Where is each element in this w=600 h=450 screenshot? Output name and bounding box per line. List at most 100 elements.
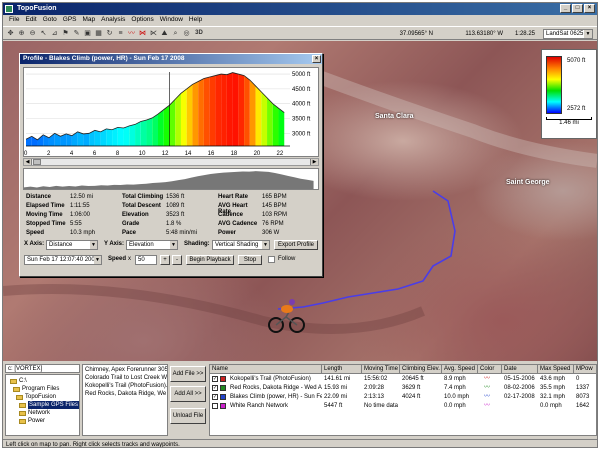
track-color-swatch[interactable] (220, 376, 226, 382)
draw-icon[interactable]: ✎ (72, 29, 81, 38)
col-climbing[interactable]: Climbing Elev. (400, 365, 442, 374)
speed-minus-button[interactable]: - (172, 255, 182, 265)
profile-band (198, 78, 204, 146)
x-axis-select[interactable]: Distance ▼ (46, 240, 98, 250)
speed-plus-button[interactable]: + (160, 255, 170, 265)
pan-icon[interactable]: ✥ (6, 29, 15, 38)
add-file-button[interactable]: Add File >> (170, 366, 206, 382)
col-max-speed[interactable]: Max Speed (538, 365, 574, 374)
menu-goto[interactable]: Goto (40, 15, 60, 25)
table-row[interactable]: ✓ Red Rocks, Dakota Ridge - Wed A... 15.93… (210, 384, 596, 392)
gps-icon[interactable]: ◎ (182, 29, 191, 38)
close-button[interactable]: × (584, 4, 595, 13)
track-join-icon[interactable]: ⋉ (149, 29, 158, 38)
folder-item[interactable]: Network (19, 409, 50, 417)
menu-map[interactable]: Map (80, 15, 99, 25)
menu-gps[interactable]: GPS (60, 15, 80, 25)
scroll-thumb[interactable] (33, 159, 41, 165)
folder-item[interactable]: TopoFusion (16, 393, 56, 401)
maximize-button[interactable]: □ (572, 4, 583, 13)
minimize-button[interactable]: _ (560, 4, 571, 13)
zoom-in-icon[interactable]: ⊕ (17, 29, 26, 38)
track-visible-checkbox[interactable]: ✓ (212, 385, 218, 391)
col-date[interactable]: Date (502, 365, 538, 374)
track-visible-checkbox[interactable]: ✓ (212, 394, 218, 400)
col-moving-time[interactable]: Moving Time (362, 365, 400, 374)
track-red-icon[interactable]: 〰 (127, 29, 136, 38)
folder-item[interactable]: Program Files (13, 385, 59, 393)
photo-icon[interactable]: ▣ (83, 29, 92, 38)
grid-icon[interactable]: ▦ (94, 29, 103, 38)
map-source-select[interactable]: LandSat 0625 ▼ (543, 29, 593, 39)
profile-overview[interactable] (23, 168, 319, 190)
drive-select[interactable]: c: [VORTEX] (5, 364, 80, 373)
file-item[interactable]: Red Rocks, Dakota Ridge, We (85, 390, 166, 398)
elevation-legend: 5070 ft 2572 ft 1.46 mi (541, 49, 597, 139)
profile-band (209, 75, 216, 146)
stop-button[interactable]: Stop (238, 255, 262, 265)
folder-icon (13, 386, 20, 392)
track-split-icon[interactable]: ⋈ (138, 29, 147, 38)
layers-icon[interactable]: ≡ (116, 29, 125, 38)
begin-playback-button[interactable]: Begin Playback (186, 255, 234, 265)
track-visible-checkbox[interactable] (212, 403, 218, 409)
menu-bar: File Edit Goto GPS Map Analysis Options … (3, 15, 597, 25)
menu-file[interactable]: File (6, 15, 22, 25)
refresh-icon[interactable]: ↻ (105, 29, 114, 38)
add-all-button[interactable]: Add All >> (170, 386, 206, 402)
profile-scrollbar[interactable]: ◀ ▶ (23, 158, 319, 166)
col-color[interactable]: Color (478, 365, 502, 374)
overview-svg (24, 171, 314, 189)
track-color-swatch[interactable] (220, 385, 226, 391)
cell-max: 35.5 mph (540, 385, 566, 391)
col-length[interactable]: Length (322, 365, 362, 374)
find-icon[interactable]: ⌕ (171, 29, 180, 38)
3d-button[interactable]: 3D (193, 29, 205, 38)
cell-climb (400, 402, 442, 410)
measure-icon[interactable]: ⊿ (50, 29, 59, 38)
export-profile-button[interactable]: Export Profile (274, 240, 318, 250)
col-avg-speed[interactable]: Avg. Speed (442, 365, 478, 374)
scroll-right-icon[interactable]: ▶ (310, 159, 318, 165)
file-item[interactable]: Kokopelli's Trail (PhotoFusion).g (85, 382, 167, 390)
x-tick-label: 2 (47, 151, 51, 157)
menu-edit[interactable]: Edit (22, 15, 39, 25)
profile-icon[interactable]: ⛰ (160, 29, 169, 38)
y-axis-select[interactable]: Elevation ▼ (126, 240, 178, 250)
select-icon[interactable]: ↖ (39, 29, 48, 38)
table-row[interactable]: White Ranch Network 5447 ft No time data 0.… (210, 402, 596, 410)
folder-item-selected[interactable]: Sample GPS Files (19, 401, 80, 409)
shading-select[interactable]: Vertical Shading ▼ (212, 240, 270, 250)
elevation-profile-chart[interactable]: 5000 ft 4500 ft 4000 ft 3500 ft 3000 ft 0 2 4 6 8… (23, 67, 319, 157)
track-color-swatch[interactable] (220, 403, 226, 409)
shading-label: Shading: (184, 241, 210, 247)
scroll-left-icon[interactable]: ◀ (24, 159, 32, 165)
menu-options[interactable]: Options (128, 15, 156, 25)
menu-help[interactable]: Help (186, 15, 205, 25)
file-item[interactable]: Colorado Trail to Lost Creek W (85, 374, 167, 382)
follow-checkbox[interactable] (268, 256, 275, 263)
unload-file-button[interactable]: Unload File (170, 408, 206, 424)
speed-input[interactable]: 50 (135, 255, 157, 265)
title-bar: TopoFusion _ □ × (3, 3, 597, 15)
file-item[interactable]: Chimney, Apex Forerunner 305 (85, 366, 167, 374)
profile-band (146, 117, 153, 146)
profile-band (163, 105, 170, 146)
waypoint-icon[interactable]: ⚑ (61, 29, 70, 38)
gps-track[interactable] (302, 190, 456, 308)
file-list: Chimney, Apex Forerunner 305 Colorado Tr… (82, 364, 168, 436)
folder-item[interactable]: C:\ (10, 377, 27, 385)
track-visible-checkbox[interactable]: ✓ (212, 376, 218, 382)
datetime-field[interactable]: Sun Feb 17 12:07:40 2008 ▼ (24, 255, 102, 265)
col-mpow[interactable]: MPow (574, 365, 596, 374)
menu-analysis[interactable]: Analysis (98, 15, 128, 25)
table-row[interactable]: ✓ Blakes Climb (power, HR) - Sun Feb... 22… (210, 393, 596, 401)
track-color-swatch[interactable] (220, 394, 226, 400)
zoom-out-icon[interactable]: ⊖ (28, 29, 37, 38)
folder-item[interactable]: Power (19, 417, 45, 425)
table-row[interactable]: ✓ Kokopelli's Trail (PhotoFusion) 141.61 m… (210, 375, 596, 383)
col-name[interactable]: Name (210, 365, 322, 374)
profile-close-button[interactable]: × (312, 55, 321, 63)
cell-speed: 8.9 mph (444, 376, 466, 382)
menu-window[interactable]: Window (157, 15, 186, 25)
